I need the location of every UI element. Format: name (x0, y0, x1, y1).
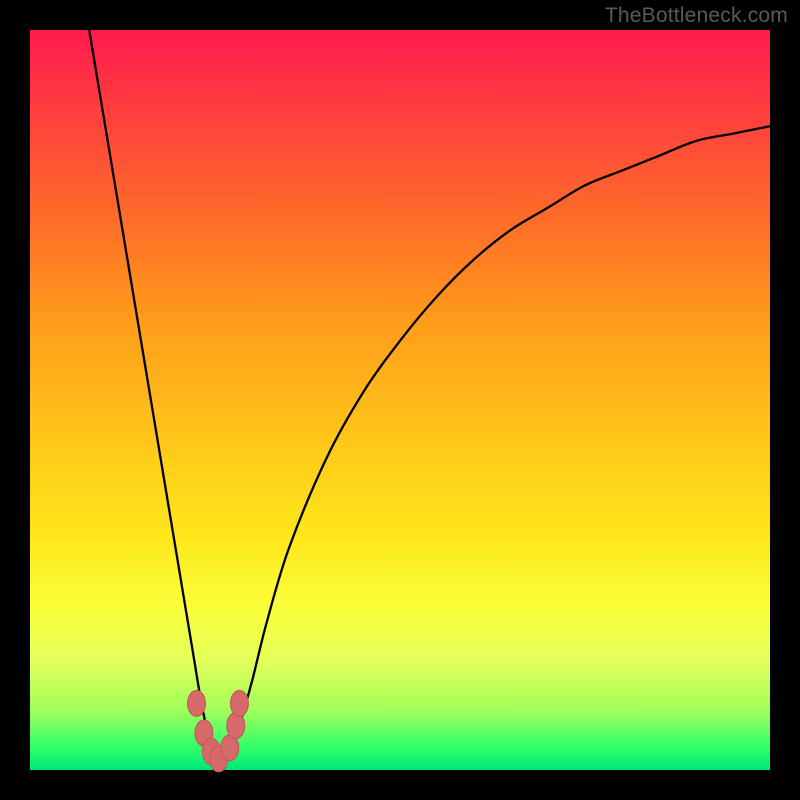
watermark-text: TheBottleneck.com (605, 4, 788, 28)
curve-marker (188, 690, 206, 716)
chart-frame: TheBottleneck.com (0, 0, 800, 800)
curve-marker (230, 690, 248, 716)
bottleneck-curve (89, 30, 770, 763)
curve-markers (188, 690, 249, 772)
plot-area (30, 30, 770, 770)
curve-marker (227, 713, 245, 739)
curve-svg (30, 30, 770, 770)
